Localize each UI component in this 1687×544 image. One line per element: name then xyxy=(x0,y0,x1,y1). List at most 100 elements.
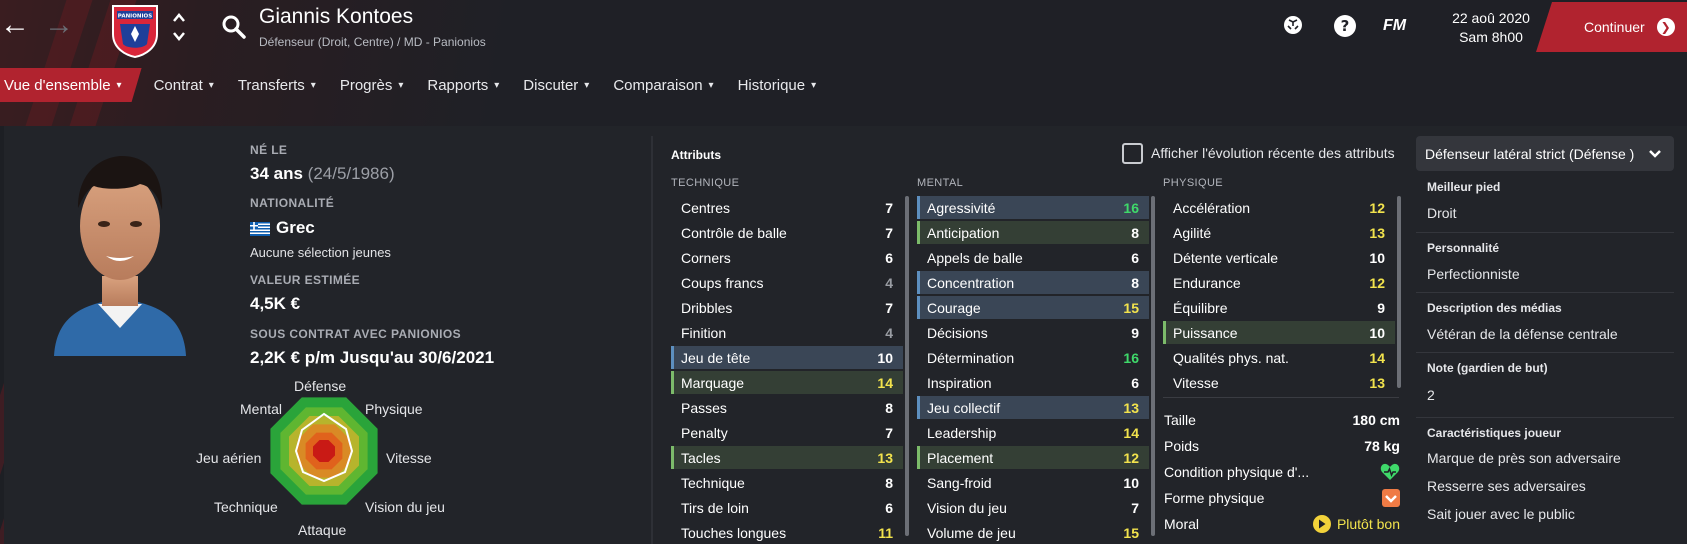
morale-row[interactable]: Moral Plutôt bon xyxy=(1164,511,1400,537)
attribute-row[interactable]: Finition 4 xyxy=(671,321,903,344)
tab-7[interactable]: Historique ▾ xyxy=(726,68,829,102)
tab-4[interactable]: Rapports ▾ xyxy=(415,68,511,102)
fm-menu-button[interactable]: FM xyxy=(1383,17,1406,35)
attribute-row[interactable]: Jeu collectif 13 xyxy=(917,396,1149,419)
gk-rating-label: Note (gardien de but) xyxy=(1427,361,1548,375)
attribute-row[interactable]: Technique 8 xyxy=(671,471,903,494)
attribute-name: Équilibre xyxy=(1173,299,1228,316)
attribute-row[interactable]: Passes 8 xyxy=(671,396,903,419)
technique-scrollbar[interactable] xyxy=(905,196,909,536)
personality-value[interactable]: Perfectionniste xyxy=(1427,266,1520,282)
back-arrow-icon[interactable]: ← xyxy=(0,8,30,42)
attribute-value: 8 xyxy=(1131,274,1139,291)
attribute-row[interactable]: Détente verticale 10 xyxy=(1163,246,1395,269)
search-icon[interactable] xyxy=(221,14,247,40)
attribute-name: Courage xyxy=(927,299,981,316)
morale-value: Plutôt bon xyxy=(1336,516,1400,532)
attribute-name: Appels de balle xyxy=(927,249,1023,266)
attribute-row[interactable]: Penalty 7 xyxy=(671,421,903,444)
greece-flag-icon xyxy=(250,221,270,236)
attribute-name: Vision du jeu xyxy=(927,499,1007,516)
fitness-row[interactable]: Forme physique xyxy=(1164,485,1400,511)
attribute-row[interactable]: Vision du jeu 7 xyxy=(917,496,1149,519)
tab-0[interactable]: Vue d'ensemble ▾ xyxy=(0,68,142,102)
attribute-row[interactable]: Agilité 13 xyxy=(1163,221,1395,244)
attribute-row[interactable]: Leadership 14 xyxy=(917,421,1149,444)
morale-label: Moral xyxy=(1164,516,1200,532)
weight-label: Poids xyxy=(1164,438,1200,454)
attribute-row[interactable]: Équilibre 9 xyxy=(1163,296,1395,319)
attribute-value: 15 xyxy=(1123,524,1139,541)
player-traits-label: Caractéristiques joueur xyxy=(1427,426,1562,440)
attribute-row[interactable]: Détermination 16 xyxy=(917,346,1149,369)
attribute-row[interactable]: Dribbles 7 xyxy=(671,296,903,319)
game-date[interactable]: 22 aoû 2020 Sam 8h00 xyxy=(1441,9,1541,47)
radar-label: Attaque xyxy=(298,522,347,538)
attribute-row[interactable]: Anticipation 8 xyxy=(917,221,1149,244)
forward-arrow-icon[interactable]: → xyxy=(44,8,74,42)
contract-text[interactable]: 2,2K € p/m Jusqu'au 30/6/2021 xyxy=(250,348,494,368)
player-trait[interactable]: Marque de près son adversaire xyxy=(1427,450,1621,466)
weight-row: Poids 78 kg xyxy=(1164,433,1400,459)
attribute-row[interactable]: Touches longues 11 xyxy=(671,521,903,544)
column-divider xyxy=(651,136,653,544)
attribute-row[interactable]: Coups francs 4 xyxy=(671,271,903,294)
world-ball-icon[interactable] xyxy=(1282,14,1304,36)
attribute-row[interactable]: Jeu de tête 10 xyxy=(671,346,903,369)
attribute-row[interactable]: Agressivité 16 xyxy=(917,196,1149,219)
attribute-row[interactable]: Puissance 10 xyxy=(1163,321,1395,344)
role-select[interactable]: Défenseur latéral strict (Défense ) xyxy=(1416,136,1674,171)
show-recent-changes-checkbox[interactable] xyxy=(1122,143,1143,164)
player-trait[interactable]: Resserre ses adversaires xyxy=(1427,478,1586,494)
attribute-row[interactable]: Tacles 13 xyxy=(671,446,903,469)
attribute-value: 6 xyxy=(885,499,893,516)
condition-row[interactable]: Condition physique d'... xyxy=(1164,459,1400,485)
tab-1[interactable]: Contrat ▾ xyxy=(142,68,226,102)
height-row: Taille 180 cm xyxy=(1164,407,1400,433)
attribute-row[interactable]: Accélération 12 xyxy=(1163,196,1395,219)
attribute-row[interactable]: Décisions 9 xyxy=(917,321,1149,344)
weight-value: 78 kg xyxy=(1364,438,1400,454)
tab-5[interactable]: Discuter ▾ xyxy=(511,68,601,102)
attribute-row[interactable]: Sang-froid 10 xyxy=(917,471,1149,494)
attribute-row[interactable]: Tirs de loin 6 xyxy=(671,496,903,519)
player-position-club[interactable]: Défenseur (Droit, Centre) / MD - Panioni… xyxy=(259,35,486,49)
attribute-row[interactable]: Inspiration 6 xyxy=(917,371,1149,394)
attribute-row[interactable]: Volume de jeu 15 xyxy=(917,521,1149,544)
attribute-row[interactable]: Concentration 8 xyxy=(917,271,1149,294)
attribute-value: 8 xyxy=(885,399,893,416)
attribute-row[interactable]: Centres 7 xyxy=(671,196,903,219)
switch-player-updown-icon[interactable] xyxy=(171,10,187,44)
tab-label: Contrat xyxy=(153,76,203,94)
tab-label: Transferts xyxy=(237,76,305,94)
mental-scrollbar[interactable] xyxy=(1151,196,1155,536)
attribute-row[interactable]: Corners 6 xyxy=(671,246,903,269)
player-photo xyxy=(54,156,186,356)
attribute-row[interactable]: Qualités phys. nat. 14 xyxy=(1163,346,1395,369)
help-icon[interactable]: ? xyxy=(1333,14,1357,38)
attribute-name: Puissance xyxy=(1173,324,1238,341)
nationality-value[interactable]: Grec xyxy=(250,218,315,238)
attribute-row[interactable]: Vitesse 13 xyxy=(1163,371,1395,394)
attribute-row[interactable]: Appels de balle 6 xyxy=(917,246,1149,269)
continue-button[interactable]: Continuer ❯ xyxy=(1536,2,1687,52)
attribute-row[interactable]: Marquage 14 xyxy=(671,371,903,394)
media-description-value[interactable]: Vétéran de la défense centrale xyxy=(1427,326,1618,342)
player-trait[interactable]: Sait jouer avec le public xyxy=(1427,506,1575,522)
tab-6[interactable]: Comparaison ▾ xyxy=(601,68,725,102)
attribute-row[interactable]: Contrôle de balle 7 xyxy=(671,221,903,244)
tab-3[interactable]: Progrès ▾ xyxy=(328,68,416,102)
fitness-label: Forme physique xyxy=(1164,490,1265,506)
attribute-value: 7 xyxy=(885,224,893,241)
attribute-row[interactable]: Placement 12 xyxy=(917,446,1149,469)
show-recent-changes-label[interactable]: Afficher l'évolution récente des attribu… xyxy=(1151,145,1395,161)
details-divider xyxy=(1416,352,1674,353)
tab-2[interactable]: Transferts ▾ xyxy=(226,68,328,102)
attribute-value: 13 xyxy=(1369,224,1385,241)
club-crest-icon[interactable]: PANIONIOS xyxy=(110,4,160,58)
physique-scrollbar[interactable] xyxy=(1397,196,1401,388)
attribute-name: Anticipation xyxy=(927,224,1000,241)
attribute-row[interactable]: Courage 15 xyxy=(917,296,1149,319)
continue-arrow-icon: ❯ xyxy=(1656,18,1675,36)
attribute-row[interactable]: Endurance 12 xyxy=(1163,271,1395,294)
